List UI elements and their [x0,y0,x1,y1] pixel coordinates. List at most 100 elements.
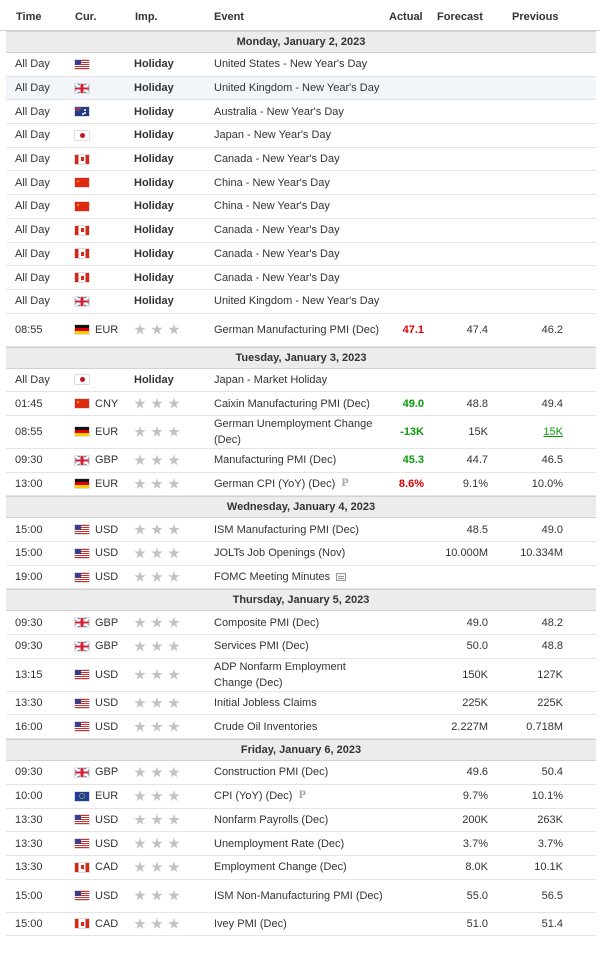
star-icon [134,323,146,335]
star-icon [168,477,180,489]
event-importance: Holiday [134,100,174,123]
flag-jp-icon [75,130,89,140]
event-name[interactable]: FOMC Meeting Minutes [214,569,330,585]
event-row[interactable]: 13:15 USD ADP Nonfarm Employment Change (D… [6,659,596,692]
event-row[interactable]: 13:30 USD Unemployment Rate (Dec) 3.7% 3.7% [6,832,596,856]
event-row[interactable]: 09:30 GBP Manufacturing PMI (Dec) 45.3 44.7 4… [6,449,596,473]
event-row[interactable]: All Day Holiday China - New Year's Day [6,171,596,196]
event-row[interactable]: All Day Holiday Canada - New Year's Day [6,266,596,290]
flag-de-icon [75,427,89,437]
event-importance [134,473,180,496]
event-name[interactable]: Canada - New Year's Day [214,222,340,238]
header-previous[interactable]: Previous [512,11,558,23]
header-forecast[interactable]: Forecast [437,11,483,23]
event-name[interactable]: Initial Jobless Claims [214,695,317,711]
event-row[interactable]: 01:45 CNY Caixin Manufacturing PMI (Dec) 49… [6,392,596,416]
header-event[interactable]: Event [214,11,244,23]
star-icon [151,616,163,628]
event-row[interactable]: All Day Holiday China - New Year's Day [6,195,596,219]
event-row[interactable]: 16:00 USD Crude Oil Inventories 2.227M 0.718… [6,715,596,740]
star-icon [168,397,180,409]
event-name-cell: FOMC Meeting Minutes [214,566,384,589]
event-name-cell: ISM Non-Manufacturing PMI (Dec) [214,880,384,912]
event-name[interactable]: Construction PMI (Dec) [214,764,328,780]
event-name[interactable]: Unemployment Rate (Dec) [214,836,344,852]
event-row[interactable]: 08:55 EUR German Manufacturing PMI (Dec) 47… [6,314,596,347]
event-row[interactable]: All Day Holiday United Kingdom - New Year'… [6,290,596,314]
event-row[interactable]: All Day Holiday Australia - New Year's Day [6,100,596,125]
event-name[interactable]: Caixin Manufacturing PMI (Dec) [214,396,370,412]
event-name-cell: Composite PMI (Dec) [214,611,384,634]
event-name-cell: German CPI (YoY) (Dec) P [214,473,384,496]
event-name[interactable]: German CPI (YoY) (Dec) [214,476,335,492]
event-previous: 46.5 [541,454,563,467]
event-row[interactable]: All Day Holiday Japan - New Year's Day [6,124,596,148]
event-row[interactable]: 13:30 CAD Employment Change (Dec) 8.0K 10.1K [6,856,596,880]
event-row[interactable]: 13:30 USD Nonfarm Payrolls (Dec) 200K 263K [6,809,596,833]
header-actual[interactable]: Actual [389,11,423,23]
event-name[interactable]: Canada - New Year's Day [214,151,340,167]
event-name[interactable]: Japan - Market Holiday [214,372,327,388]
event-row[interactable]: All Day Holiday Canada - New Year's Day [6,148,596,172]
flag-gb-icon [75,455,89,465]
event-forecast: 48.8 [466,397,488,410]
event-time: 19:00 [15,571,43,584]
event-name[interactable]: China - New Year's Day [214,198,330,214]
flag-cell [75,53,89,76]
event-row[interactable]: 09:30 GBP Services PMI (Dec) 50.0 48.8 [6,635,596,659]
event-name[interactable]: Canada - New Year's Day [214,270,340,286]
event-row[interactable]: 08:55 EUR German Unemployment Change (Dec)… [6,416,596,449]
event-name[interactable]: CPI (YoY) (Dec) [214,788,292,804]
event-row[interactable]: All Day Holiday Canada - New Year's Day [6,243,596,267]
flag-gb-icon [75,767,89,777]
flag-cell [75,635,89,658]
event-name[interactable]: Crude Oil Inventories [214,719,317,735]
event-name[interactable]: Ivey PMI (Dec) [214,916,287,932]
event-name[interactable]: German Unemployment Change (Dec) [214,416,384,448]
event-name[interactable]: Nonfarm Payrolls (Dec) [214,812,328,828]
importance-stars [134,477,180,490]
flag-cell [75,692,89,715]
event-row[interactable]: 13:00 EUR German CPI (YoY) (Dec) P 8.6% 9.1% 1… [6,473,596,497]
date-header: Friday, January 6, 2023 [6,739,596,762]
event-name[interactable]: Manufacturing PMI (Dec) [214,452,336,468]
event-row[interactable]: 19:00 USD FOMC Meeting Minutes [6,566,596,590]
event-row[interactable]: 15:00 CAD Ivey PMI (Dec) 51.0 51.4 [6,913,596,937]
event-row[interactable]: 15:00 USD ISM Non-Manufacturing PMI (Dec) 5… [6,880,596,913]
event-currency: EUR [95,425,119,438]
event-row[interactable]: 10:00 EUR CPI (YoY) (Dec) P 9.7% 10.1% [6,785,596,809]
flag-cell [75,148,89,171]
event-name[interactable]: United Kingdom - New Year's Day [214,293,379,309]
header-currency[interactable]: Cur. [75,11,96,23]
event-row[interactable]: 15:00 USD ISM Manufacturing PMI (Dec) 48.5 4… [6,518,596,542]
event-row[interactable]: 09:30 GBP Construction PMI (Dec) 49.6 50.4 [6,761,596,785]
event-name[interactable]: Canada - New Year's Day [214,246,340,262]
event-name[interactable]: Composite PMI (Dec) [214,615,319,631]
event-name[interactable]: Services PMI (Dec) [214,638,309,654]
event-name[interactable]: Employment Change (Dec) [214,859,347,875]
event-name[interactable]: United States - New Year's Day [214,56,367,72]
event-row[interactable]: 15:00 USD JOLTs Job Openings (Nov) 10.000M 1… [6,542,596,566]
flag-cell [75,314,89,346]
event-name[interactable]: Japan - New Year's Day [214,127,331,143]
event-name[interactable]: ISM Manufacturing PMI (Dec) [214,522,359,538]
event-name[interactable]: United Kingdom - New Year's Day [214,80,379,96]
event-name[interactable]: China - New Year's Day [214,175,330,191]
event-row[interactable]: 13:30 USD Initial Jobless Claims 225K 225K [6,692,596,716]
economic-calendar: Time Cur. Imp. Event Actual Forecast Pre… [0,0,600,937]
event-name[interactable]: German Manufacturing PMI (Dec) [214,322,379,338]
star-icon [134,668,146,680]
event-row[interactable]: All Day Holiday United Kingdom - New Year'… [6,76,596,101]
event-row[interactable]: All Day Holiday United States - New Year's… [6,53,596,77]
importance-stars [134,813,180,826]
event-name[interactable]: ISM Non-Manufacturing PMI (Dec) [214,888,383,904]
event-name[interactable]: Australia - New Year's Day [214,104,344,120]
event-name[interactable]: JOLTs Job Openings (Nov) [214,545,345,561]
header-time[interactable]: Time [16,11,41,23]
event-name-cell: United Kingdom - New Year's Day [214,290,384,313]
header-importance[interactable]: Imp. [135,11,158,23]
event-row[interactable]: All Day Holiday Canada - New Year's Day [6,219,596,243]
event-row[interactable]: 09:30 GBP Composite PMI (Dec) 49.0 48.2 [6,611,596,636]
event-row[interactable]: All Day Holiday Japan - Market Holiday [6,369,596,393]
event-name[interactable]: ADP Nonfarm Employment Change (Dec) [214,659,384,691]
